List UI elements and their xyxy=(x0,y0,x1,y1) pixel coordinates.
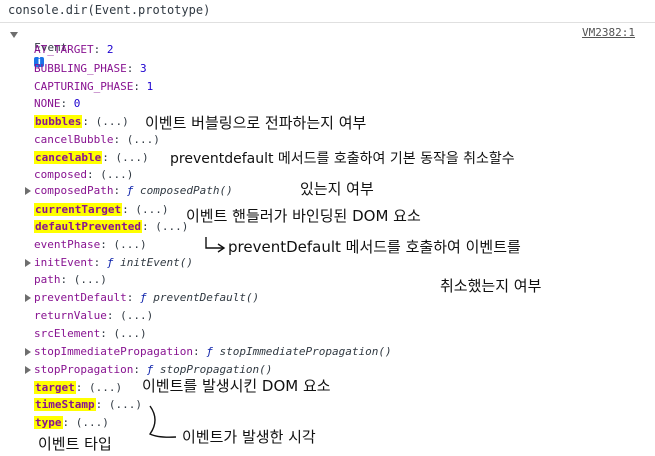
getter-value[interactable]: (...) xyxy=(109,398,142,411)
prop-row-type: type: (...) xyxy=(34,416,109,429)
annotation-cancelable: preventdefault 메서드를 호출하여 기본 동작을 취소할수 xyxy=(170,151,515,167)
prop-row[interactable]: composedPath: ƒ composedPath() xyxy=(34,184,233,198)
getter-value[interactable]: (...) xyxy=(76,416,109,429)
prop-row-timestamp: timeStamp: (...) xyxy=(34,398,142,411)
prop-row: CAPTURING_PHASE: 1 xyxy=(34,80,154,93)
annotation-target: 이벤트를 발생시킨 DOM 요소 xyxy=(142,377,331,395)
getter-value[interactable]: (...) xyxy=(135,203,168,216)
annotation-defaultprevented: preventDefault 메서드를 호출하여 이벤트를 xyxy=(228,238,521,256)
prop-row: BUBBLING_PHASE: 3 xyxy=(34,62,147,75)
getter-value[interactable]: (...) xyxy=(155,220,188,233)
prop-row: path: (...) xyxy=(34,273,107,286)
annotation-currenttarget: 이벤트 핸들러가 바인딩된 DOM 요소 xyxy=(186,207,421,225)
getter-value[interactable]: (...) xyxy=(100,168,133,181)
prop-row[interactable]: initEvent: ƒ initEvent() xyxy=(34,256,193,270)
expand-triangle-icon[interactable] xyxy=(25,348,31,356)
prop-row[interactable]: stopImmediatePropagation: ƒ stopImmediat… xyxy=(34,345,392,359)
prop-row: NONE: 0 xyxy=(34,97,81,110)
annotation-type: 이벤트 타입 xyxy=(38,435,112,453)
annotation-cancelable-2: 있는지 여부 xyxy=(300,180,374,198)
getter-value[interactable]: (...) xyxy=(113,238,146,251)
prop-row-defaultprevented: defaultPrevented: (...) xyxy=(34,220,189,233)
prop-row: composed: (...) xyxy=(34,168,134,181)
prop-row-bubbles: bubbles: (...) xyxy=(34,115,129,128)
prop-row: cancelBubble: (...) xyxy=(34,133,160,146)
annotation-defaultprevented-2: 취소했는지 여부 xyxy=(440,277,542,295)
annotation-timestamp: 이벤트가 발생한 시각 xyxy=(182,428,316,446)
expand-triangle-icon[interactable] xyxy=(25,259,31,267)
console-command: console.dir(Event.prototype) xyxy=(8,3,211,17)
prop-row[interactable]: preventDefault: ƒ preventDefault() xyxy=(34,291,259,305)
expand-triangle-icon[interactable] xyxy=(25,187,31,195)
getter-value[interactable]: (...) xyxy=(89,381,122,394)
expand-triangle-icon[interactable] xyxy=(25,366,31,374)
expand-triangle-icon[interactable] xyxy=(25,294,31,302)
expand-triangle-icon[interactable] xyxy=(10,32,18,38)
getter-value[interactable]: (...) xyxy=(74,273,107,286)
getter-value[interactable]: (...) xyxy=(120,309,153,322)
source-link[interactable]: VM2382:1 xyxy=(582,26,635,39)
divider xyxy=(0,22,655,23)
getter-value[interactable]: (...) xyxy=(115,151,148,164)
annotation-bubbles: 이벤트 버블링으로 전파하는지 여부 xyxy=(145,114,367,132)
prop-row-cancelable: cancelable: (...) xyxy=(34,151,149,164)
prop-row-currenttarget: currentTarget: (...) xyxy=(34,203,169,216)
getter-value[interactable]: (...) xyxy=(127,133,160,146)
getter-value[interactable]: (...) xyxy=(113,327,146,340)
prop-row: AT_TARGET: 2 xyxy=(34,43,114,56)
prop-row-target: target: (...) xyxy=(34,381,123,394)
prop-row: srcElement: (...) xyxy=(34,327,147,340)
prop-row: eventPhase: (...) xyxy=(34,238,147,251)
prop-row: returnValue: (...) xyxy=(34,309,154,322)
getter-value[interactable]: (...) xyxy=(96,115,129,128)
